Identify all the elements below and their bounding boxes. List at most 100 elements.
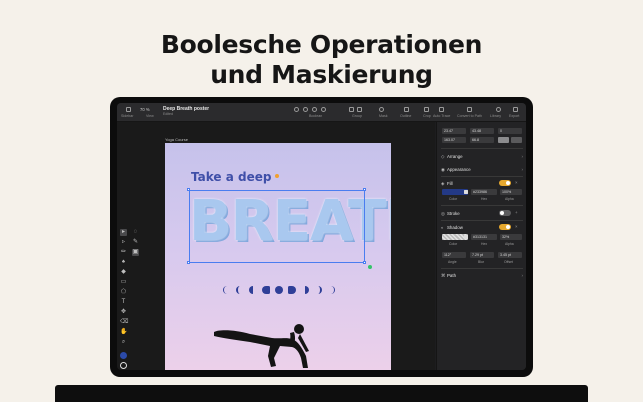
headline-line-2: und Maskierung (210, 60, 433, 89)
rotation-handle[interactable] (275, 174, 279, 178)
sidebar-label[interactable]: Sidebar (121, 114, 133, 118)
shadow-alpha-field[interactable]: 32% (500, 234, 522, 240)
export-label[interactable]: Export (509, 114, 519, 118)
shadow-blur-field[interactable]: 7.29 pt (470, 252, 494, 258)
appearance-icon: ◉ (441, 167, 445, 172)
brush-tool-icon[interactable]: ♠ (120, 259, 127, 266)
fill-hex-field[interactable]: #233986 (471, 189, 497, 195)
shadow-angle-field[interactable]: 112° (442, 252, 466, 258)
pen-tool-icon[interactable]: ✎ (132, 239, 139, 246)
chevron-right-icon: › (521, 167, 523, 172)
selection-box[interactable] (189, 190, 365, 263)
path-label: Path (447, 273, 457, 278)
zoom-level[interactable]: 70 % (140, 107, 150, 112)
view-label[interactable]: View (146, 114, 154, 118)
auto-trace-label[interactable]: Auto Trace (433, 114, 450, 118)
shadow-color-caption: Color (449, 242, 458, 246)
moon-phase-icon (314, 286, 322, 294)
fill-toggle[interactable] (499, 180, 511, 186)
y-position-field[interactable]: 43.48 (470, 128, 494, 134)
width-field[interactable]: 163.07 (442, 137, 466, 143)
lasso-tool-icon[interactable]: ◌ (132, 229, 139, 236)
group-icon[interactable] (349, 107, 354, 112)
outline-icon[interactable] (404, 107, 409, 112)
close-icon[interactable]: × (515, 224, 518, 229)
flip-horizontal-button[interactable] (498, 137, 509, 143)
convert-label[interactable]: Convert to Path (457, 114, 482, 118)
shape-tool-icon[interactable]: ⬠ (120, 289, 127, 296)
boolean-subtract-icon[interactable] (303, 107, 308, 112)
divider (441, 176, 523, 177)
x-position-field[interactable]: 23.47 (442, 128, 466, 134)
shadow-toggle[interactable] (499, 224, 511, 230)
crop-icon[interactable] (424, 107, 429, 112)
boolean-difference-icon[interactable] (321, 107, 326, 112)
stroke-toggle[interactable] (499, 210, 511, 216)
moon-phases[interactable] (223, 285, 335, 295)
hand-tool-icon[interactable]: ✋ (120, 329, 127, 336)
stroke-icon: ◎ (441, 211, 445, 216)
moon-phase-icon (262, 286, 270, 294)
pencil-tool-icon[interactable]: ✏ (120, 249, 127, 256)
crop-label[interactable]: Crop (423, 114, 431, 118)
moon-phase-icon (288, 286, 296, 294)
sidebar-icon[interactable] (126, 107, 131, 112)
path-section[interactable]: ⌘ Path › (441, 273, 523, 278)
resize-handle-tl[interactable] (187, 188, 190, 191)
mask-label[interactable]: Mask (379, 114, 388, 118)
shadow-label: Shadow (447, 225, 463, 230)
fill-alpha-field[interactable]: 100% (500, 189, 522, 195)
shadow-icon: ◐ (441, 225, 444, 230)
tagline-text[interactable]: Take a deep (191, 170, 271, 184)
add-icon[interactable]: + (515, 210, 518, 215)
resize-handle-br[interactable] (363, 261, 366, 264)
fill-tool-icon[interactable]: ◆ (120, 269, 127, 276)
zoom-tool-icon[interactable]: ⌕ (120, 339, 127, 346)
moon-phase-icon (327, 286, 335, 294)
close-icon[interactable]: × (515, 180, 518, 185)
outline-label[interactable]: Outline (400, 114, 411, 118)
direct-select-tool-icon[interactable]: ▹ (120, 239, 127, 246)
artboard[interactable]: Take a deep BREATH (165, 143, 391, 370)
shadow-hex-caption: Hex (481, 242, 488, 246)
auto-trace-icon[interactable] (439, 107, 444, 112)
rotation-field[interactable]: 0 (498, 128, 522, 134)
canvas[interactable]: Yoga Course Take a deep BREATH (117, 122, 435, 370)
height-field[interactable]: 66.8 (470, 137, 494, 143)
convert-to-path-icon[interactable] (467, 107, 472, 112)
artboard-label[interactable]: Yoga Course (165, 137, 188, 142)
shadow-alpha-caption: Alpha (505, 242, 514, 246)
shadow-hex-field[interactable]: #313131 (471, 234, 497, 240)
library-label[interactable]: Library (490, 114, 501, 118)
text-tool-icon[interactable]: T (120, 299, 127, 306)
group-label[interactable]: Group (352, 114, 362, 118)
shadow-offset-caption: Offset (504, 260, 513, 264)
rectangle-tool-icon[interactable]: ▭ (120, 279, 127, 286)
shadow-offset-field[interactable]: 3.45 pt (498, 252, 522, 258)
mask-icon[interactable] (379, 107, 384, 112)
library-icon[interactable] (496, 107, 501, 112)
export-icon[interactable] (513, 107, 518, 112)
moon-phase-icon (275, 286, 283, 294)
resize-handle-tr[interactable] (363, 188, 366, 191)
eraser-tool-icon[interactable]: ⌫ (120, 319, 128, 326)
select-tool-icon[interactable]: ▸ (120, 229, 127, 236)
boolean-intersect-icon[interactable] (312, 107, 317, 112)
move-tool-icon[interactable]: ✥ (120, 309, 127, 316)
fill-color-well[interactable] (120, 352, 127, 359)
divider (441, 148, 523, 149)
fill-color-caption: Color (449, 197, 458, 201)
eyedropper-icon[interactable] (464, 190, 468, 194)
chevron-right-icon: › (521, 154, 523, 159)
app-window: Sidebar 70 % View Deep Breath poster Edi… (117, 103, 526, 370)
resize-handle-bl[interactable] (187, 261, 190, 264)
appearance-section[interactable]: ◉ Appearance › (441, 167, 523, 172)
anchor-point[interactable] (368, 265, 372, 269)
ungroup-icon[interactable] (357, 107, 362, 112)
flip-vertical-button[interactable] (511, 137, 522, 143)
eyedropper-icon[interactable] (464, 235, 468, 239)
arrange-section[interactable]: ◇ Arrange › (441, 154, 523, 159)
boolean-union-icon[interactable] (294, 107, 299, 112)
image-tool-icon[interactable]: ▣ (132, 249, 139, 256)
stroke-color-well[interactable] (120, 362, 127, 369)
